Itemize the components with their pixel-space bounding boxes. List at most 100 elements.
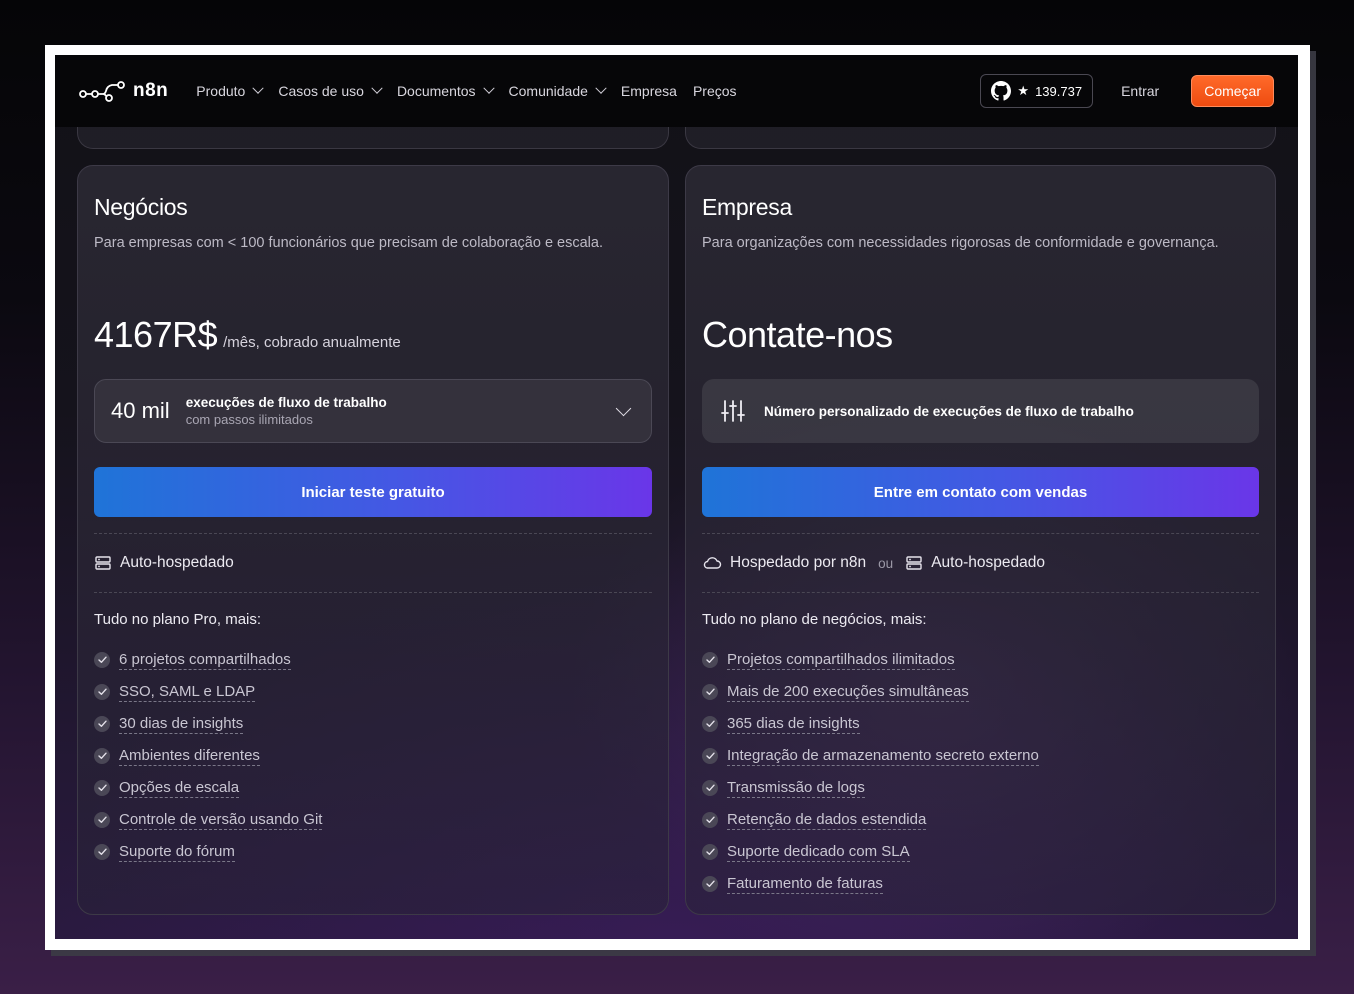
check-icon bbox=[94, 748, 110, 764]
n8n-logo-icon bbox=[79, 81, 125, 102]
features-intro: Tudo no plano Pro, mais: bbox=[94, 611, 262, 628]
feature-item: Ambientes diferentes bbox=[94, 740, 652, 772]
feature-item: Retenção de dados estendida bbox=[702, 804, 1259, 836]
signin-link[interactable]: Entrar bbox=[1121, 83, 1159, 99]
plan-description: Para empresas com < 100 funcionários que… bbox=[94, 235, 603, 251]
feature-label[interactable]: Mais de 200 execuções simultâneas bbox=[727, 683, 969, 702]
divider bbox=[94, 592, 652, 593]
custom-executions-label: Número personalizado de execuções de flu… bbox=[764, 403, 1134, 419]
plan-price: Contate-nos bbox=[702, 314, 893, 355]
executions-label: execuções de fluxo de trabalho bbox=[185, 395, 387, 410]
feature-label[interactable]: Ambientes diferentes bbox=[119, 747, 260, 766]
feature-item: Projetos compartilhados ilimitados bbox=[702, 644, 1259, 676]
chevron-down-icon bbox=[252, 82, 264, 94]
plan-card-enterprise: Empresa Para organizações com necessidad… bbox=[685, 165, 1276, 915]
menu-item-produto[interactable]: Produto bbox=[196, 82, 264, 99]
feature-item: Integração de armazenamento secreto exte… bbox=[702, 740, 1259, 772]
main-menu: Produto Casos de uso Documentos Comunida… bbox=[196, 82, 737, 99]
github-star-count: 139.737 bbox=[1035, 83, 1083, 99]
feature-label[interactable]: SSO, SAML e LDAP bbox=[119, 683, 256, 702]
feature-item: Controle de versão usando Git bbox=[94, 804, 652, 836]
top-navbar: n8n Produto Casos de uso Documentos Comu… bbox=[55, 55, 1298, 127]
hosting-self-hosted: Auto-hospedado bbox=[931, 554, 1045, 571]
feature-item: 30 dias de insights bbox=[94, 708, 652, 740]
server-icon bbox=[95, 556, 111, 570]
menu-item-comunidade[interactable]: Comunidade bbox=[508, 82, 607, 99]
check-icon bbox=[702, 716, 718, 732]
check-icon bbox=[702, 684, 718, 700]
feature-item: Opções de escala bbox=[94, 772, 652, 804]
check-icon bbox=[94, 652, 110, 668]
hosting-cloud: Hospedado por n8n bbox=[730, 554, 867, 571]
chevron-down-icon bbox=[615, 400, 632, 416]
custom-executions-box: Número personalizado de execuções de flu… bbox=[702, 379, 1259, 443]
executions-select[interactable]: 40 mil execuções de fluxo de trabalho co… bbox=[94, 379, 652, 443]
price-row: Contate-nos bbox=[702, 291, 1259, 355]
feature-item: Suporte do fórum bbox=[94, 836, 652, 868]
menu-item-precos[interactable]: Preços bbox=[693, 83, 737, 99]
check-icon bbox=[702, 652, 718, 668]
hosting-self-hosted: Auto-hospedado bbox=[120, 554, 234, 571]
check-icon bbox=[94, 780, 110, 796]
plan-price: 4167R$ bbox=[94, 314, 218, 355]
chevron-down-icon bbox=[482, 82, 495, 94]
nav-actions: ★ 139.737 Entrar Começar bbox=[980, 74, 1274, 108]
divider bbox=[702, 592, 1259, 593]
price-row: 4167R$ /mês, cobrado anualmente bbox=[94, 291, 652, 355]
feature-label[interactable]: Opções de escala bbox=[119, 779, 240, 798]
feature-label[interactable]: 30 dias de insights bbox=[119, 715, 244, 734]
feature-item: Transmissão de logs bbox=[702, 772, 1259, 804]
plan-description: Para organizações com necessidades rigor… bbox=[702, 235, 1219, 251]
hosting-or: ou bbox=[878, 555, 894, 571]
executions-amount: 40 mil bbox=[111, 398, 170, 423]
feature-label[interactable]: Faturamento de faturas bbox=[727, 875, 883, 894]
plan-title: Empresa bbox=[702, 194, 792, 220]
menu-label: Preços bbox=[692, 83, 737, 99]
feature-label[interactable]: 6 projetos compartilhados bbox=[119, 651, 291, 670]
feature-label[interactable]: Transmissão de logs bbox=[727, 779, 865, 798]
get-started-button[interactable]: Começar bbox=[1191, 75, 1274, 107]
screenshot-frame: n8n Produto Casos de uso Documentos Comu… bbox=[45, 45, 1310, 950]
chevron-down-icon bbox=[371, 82, 383, 94]
executions-sublabel: com passos ilimitados bbox=[185, 412, 313, 427]
start-free-trial-button[interactable]: Iniciar teste gratuito bbox=[94, 467, 652, 517]
check-icon bbox=[702, 748, 718, 764]
check-icon bbox=[702, 812, 718, 828]
features-intro: Tudo no plano de negócios, mais: bbox=[702, 611, 927, 628]
executions-text: execuções de fluxo de trabalho com passo… bbox=[186, 395, 387, 427]
check-icon bbox=[94, 684, 110, 700]
menu-label: Casos de uso bbox=[278, 83, 364, 99]
feature-list: 6 projetos compartilhados SSO, SAML e LDA… bbox=[94, 644, 652, 868]
github-icon bbox=[991, 81, 1012, 101]
menu-item-documentos[interactable]: Documentos bbox=[397, 82, 495, 99]
feature-label[interactable]: Controle de versão usando Git bbox=[119, 811, 323, 830]
page-viewport: n8n Produto Casos de uso Documentos Comu… bbox=[55, 55, 1298, 939]
github-stars-button[interactable]: ★ 139.737 bbox=[980, 74, 1094, 108]
feature-item: Faturamento de faturas bbox=[702, 868, 1259, 900]
plan-title: Negócios bbox=[94, 194, 188, 220]
feature-item: SSO, SAML e LDAP bbox=[94, 676, 652, 708]
menu-label: Comunidade bbox=[508, 83, 588, 99]
cloud-icon bbox=[703, 557, 722, 569]
plan-card-business: Negócios Para empresas com < 100 funcion… bbox=[77, 165, 669, 915]
sliders-icon bbox=[721, 400, 745, 422]
feature-label[interactable]: 365 dias de insights bbox=[727, 715, 860, 734]
feature-label[interactable]: Integração de armazenamento secreto exte… bbox=[727, 747, 1039, 766]
feature-label[interactable]: Suporte do fórum bbox=[119, 843, 235, 862]
feature-label[interactable]: Suporte dedicado com SLA bbox=[727, 843, 910, 862]
chevron-down-icon bbox=[595, 82, 607, 94]
contact-sales-button[interactable]: Entre em contato com vendas bbox=[702, 467, 1259, 517]
check-icon bbox=[702, 876, 718, 892]
feature-item: 6 projetos compartilhados bbox=[94, 644, 652, 676]
feature-list: Projetos compartilhados ilimitados Mais d… bbox=[702, 644, 1259, 900]
menu-item-casos-de-uso[interactable]: Casos de uso bbox=[278, 82, 383, 99]
feature-label[interactable]: Projetos compartilhados ilimitados bbox=[727, 651, 955, 670]
menu-item-empresa[interactable]: Empresa bbox=[621, 83, 677, 99]
feature-item: 365 dias de insights bbox=[702, 708, 1259, 740]
menu-label: Produto bbox=[196, 83, 246, 99]
menu-label: Empresa bbox=[620, 83, 677, 99]
n8n-logo[interactable]: n8n bbox=[79, 80, 168, 102]
star-icon: ★ bbox=[1017, 83, 1030, 98]
feature-label[interactable]: Retenção de dados estendida bbox=[727, 811, 927, 830]
check-icon bbox=[94, 844, 110, 860]
